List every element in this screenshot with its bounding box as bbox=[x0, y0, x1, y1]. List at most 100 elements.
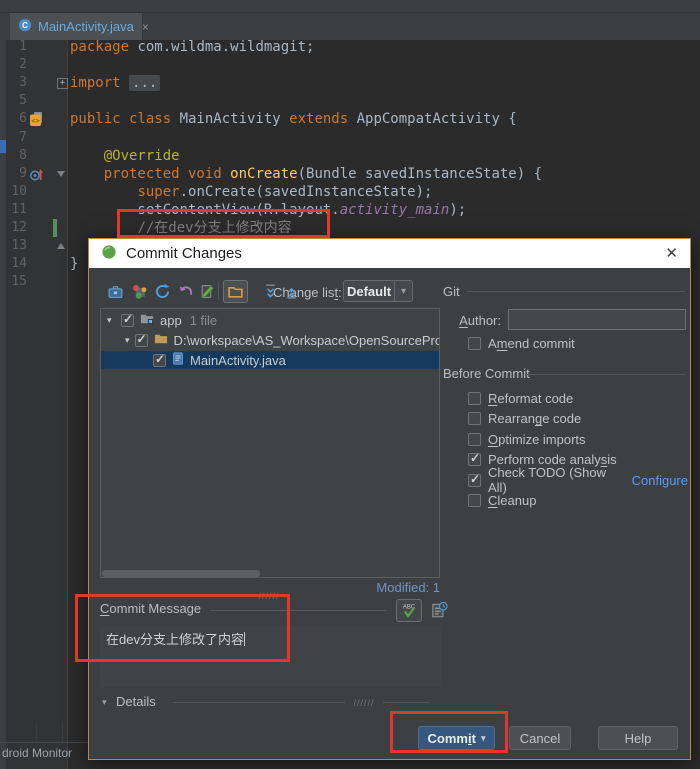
tree-row[interactable]: ▾ app 1 file bbox=[101, 311, 439, 329]
cancel-button[interactable]: Cancel bbox=[509, 726, 571, 750]
annotation-box-commit bbox=[390, 711, 508, 753]
tree-row[interactable]: ▾ D:\workspace\AS_Workspace\OpenSourcePro… bbox=[101, 331, 439, 349]
tool-window-divider bbox=[62, 722, 63, 742]
java-class-icon: C bbox=[18, 18, 32, 35]
include-checkbox[interactable] bbox=[153, 352, 166, 367]
refresh-icon[interactable] bbox=[151, 280, 173, 302]
fold-marker[interactable] bbox=[57, 170, 68, 182]
option-label: Rearrange code bbox=[488, 411, 582, 427]
line-number: 2 bbox=[19, 57, 27, 73]
line-number: 9 bbox=[19, 165, 27, 181]
collapse-all-icon[interactable] bbox=[280, 280, 302, 302]
folder-icon bbox=[153, 331, 169, 349]
author-input[interactable] bbox=[508, 309, 686, 330]
vcs-section-label: Git bbox=[443, 284, 460, 299]
java-file-icon bbox=[171, 351, 185, 369]
configure-link[interactable]: Configure bbox=[632, 473, 688, 488]
chevron-down-icon[interactable]: ▾ bbox=[394, 281, 412, 301]
line-number: 12 bbox=[11, 220, 27, 235]
code-line[interactable]: super.onCreate(savedInstanceState); bbox=[70, 183, 432, 201]
option-label: Optimize imports bbox=[488, 431, 586, 447]
tree-row-label: D:\workspace\AS_Workspace\OpenSourceProj… bbox=[173, 332, 440, 348]
commit-changes-dialog: Commit Changes ✕ Change list: Default ▾ … bbox=[88, 238, 691, 760]
tree-expand-icon[interactable]: ▾ bbox=[125, 335, 130, 346]
section-divider bbox=[383, 702, 430, 703]
option-label: Cleanup bbox=[488, 493, 537, 509]
fold-marker[interactable]: + bbox=[57, 77, 68, 89]
line-number: 6 bbox=[19, 111, 27, 127]
code-line[interactable]: public class MainActivity extends AppCom… bbox=[70, 110, 517, 128]
option-checkbox[interactable] bbox=[468, 432, 481, 446]
tool-window-divider bbox=[0, 742, 88, 743]
before-commit-option[interactable]: Reformat code bbox=[468, 388, 688, 409]
override-method-icon[interactable] bbox=[29, 166, 45, 182]
details-label: Details bbox=[116, 694, 156, 709]
option-checkbox[interactable] bbox=[468, 494, 481, 508]
tab-mainactivity[interactable]: C MainActivity.java × bbox=[10, 13, 149, 40]
line-number: 7 bbox=[19, 129, 27, 145]
code-line[interactable]: import ... bbox=[70, 74, 161, 92]
before-commit-option[interactable]: Check TODO (Show All) Configure bbox=[468, 465, 688, 495]
tree-row-suffix: 1 file bbox=[189, 312, 218, 328]
android-studio-screen: C MainActivity.java × 1 package com.wildm… bbox=[0, 0, 700, 769]
tree-row[interactable]: MainActivity.java bbox=[101, 351, 439, 369]
line-number: 15 bbox=[11, 274, 27, 290]
android-monitor-tab[interactable]: droid Monitor bbox=[2, 746, 72, 760]
changelist-combobox[interactable]: Default ▾ bbox=[343, 280, 413, 302]
tree-expand-icon[interactable]: ▾ bbox=[107, 315, 116, 326]
amend-commit-row[interactable]: Amend commit bbox=[468, 336, 575, 351]
option-label: Reformat code bbox=[488, 390, 574, 406]
editor-tab-bar: C MainActivity.java × bbox=[0, 13, 700, 40]
revert-icon[interactable] bbox=[174, 280, 196, 302]
include-checkbox[interactable] bbox=[121, 312, 134, 327]
line-number: 8 bbox=[19, 147, 27, 163]
before-commit-options: Reformat code Rearrange code Optimize impo… bbox=[468, 388, 688, 511]
horizontal-scrollbar[interactable] bbox=[102, 570, 260, 577]
tab-label: MainActivity.java bbox=[38, 19, 134, 34]
chevron-down-icon: ▾ bbox=[102, 697, 107, 707]
include-checkbox[interactable] bbox=[134, 332, 148, 347]
code-line[interactable]: } bbox=[70, 255, 78, 273]
line-number: 14 bbox=[11, 256, 27, 272]
tool-window-divider bbox=[36, 722, 37, 742]
dialog-title-bar: Commit Changes ✕ bbox=[89, 239, 690, 268]
modified-class-icon[interactable]: <> bbox=[29, 111, 45, 127]
tree-row-label: MainActivity.java bbox=[190, 352, 286, 368]
option-checkbox[interactable] bbox=[468, 391, 481, 405]
expand-all-icon[interactable] bbox=[259, 280, 281, 302]
splitter-grip[interactable]: ////// bbox=[349, 698, 379, 708]
before-commit-label: Before Commit bbox=[443, 366, 530, 381]
line-number: 1 bbox=[19, 39, 27, 54]
message-history-icon[interactable] bbox=[430, 601, 448, 619]
line-number: 11 bbox=[11, 201, 27, 217]
before-commit-option[interactable]: Rearrange code bbox=[468, 409, 688, 430]
option-checkbox[interactable] bbox=[468, 451, 481, 467]
help-button[interactable]: Help bbox=[598, 726, 678, 750]
dialog-close-icon[interactable]: ✕ bbox=[665, 246, 678, 261]
annotation-box-comment bbox=[117, 209, 330, 238]
spellcheck-icon[interactable]: ABC bbox=[396, 599, 422, 622]
toolbar-separator bbox=[218, 282, 219, 300]
line-number: 10 bbox=[11, 183, 27, 199]
amend-label: Amend commit bbox=[488, 336, 575, 351]
amend-checkbox[interactable] bbox=[468, 337, 481, 350]
jump-to-source-icon[interactable] bbox=[196, 280, 218, 302]
option-checkbox[interactable] bbox=[468, 472, 481, 487]
code-line[interactable]: protected void onCreate(Bundle savedInst… bbox=[70, 165, 542, 183]
changes-tree[interactable]: ▾ app 1 file ▾ D:\workspace\AS_Workspace\Ope… bbox=[100, 308, 440, 578]
dialog-title: Commit Changes bbox=[126, 245, 242, 262]
option-label: Check TODO (Show All) bbox=[488, 465, 607, 496]
show-diff-icon[interactable] bbox=[104, 280, 126, 302]
before-commit-option[interactable]: Optimize imports bbox=[468, 429, 688, 450]
group-by-directory-icon[interactable] bbox=[223, 280, 248, 303]
code-line[interactable]: package com.wildma.wildmagit; bbox=[70, 38, 314, 56]
line-number: 13 bbox=[11, 238, 27, 254]
section-divider bbox=[173, 702, 345, 703]
fold-marker[interactable] bbox=[57, 243, 68, 254]
code-line[interactable]: @Override bbox=[70, 147, 180, 165]
change-marker[interactable] bbox=[53, 219, 57, 237]
option-checkbox[interactable] bbox=[468, 412, 481, 426]
tab-close-icon[interactable]: × bbox=[142, 20, 149, 34]
author-label: Author: bbox=[459, 313, 501, 328]
move-to-changelist-icon[interactable] bbox=[128, 280, 150, 302]
